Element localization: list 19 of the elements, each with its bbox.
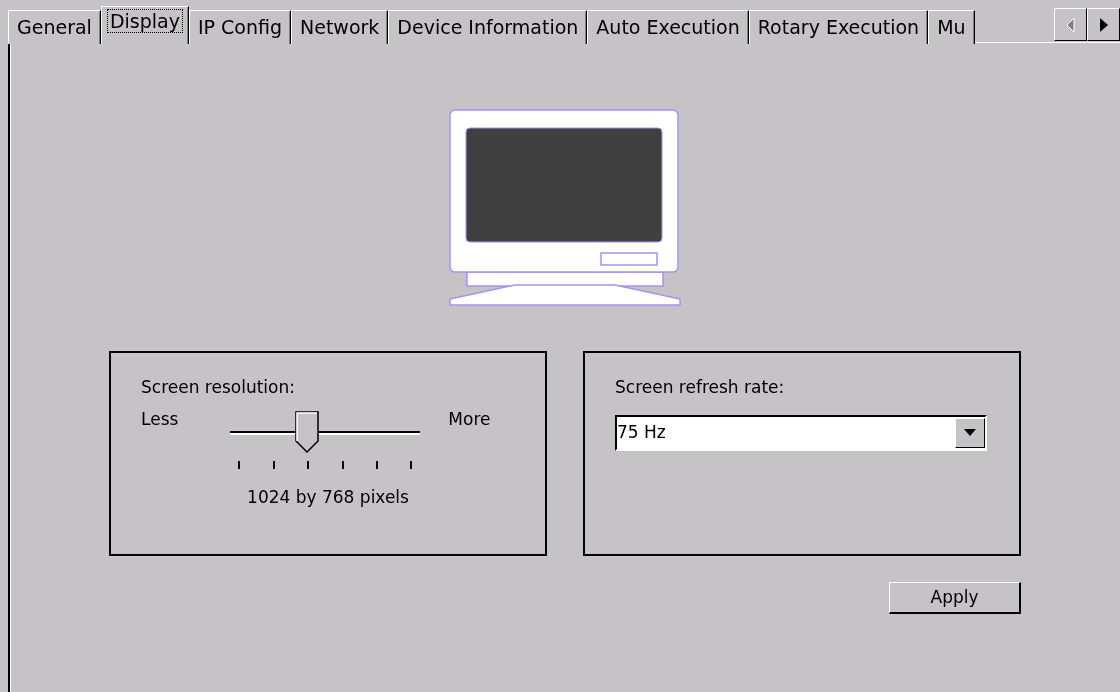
tab[interactable]: General — [8, 10, 101, 44]
slider-thumb[interactable] — [295, 410, 320, 453]
apply-button[interactable]: Apply — [889, 582, 1021, 614]
tab[interactable]: Device Information — [388, 10, 588, 44]
scroll-right-button[interactable] — [1087, 8, 1120, 41]
tab[interactable]: Rotary Execution — [748, 10, 929, 44]
left-arrow-icon — [1065, 17, 1076, 32]
slider-min-label: Less — [141, 407, 179, 431]
refresh-rate-dropdown[interactable]: 75 Hz — [615, 414, 987, 451]
tab[interactable]: Auto Execution — [587, 10, 749, 44]
tab[interactable]: Mu — [928, 10, 975, 44]
tab[interactable]: Network — [291, 10, 389, 44]
group-label: Screen resolution: — [141, 376, 296, 399]
tab[interactable]: IP Config — [188, 10, 291, 44]
group-label: Screen refresh rate: — [615, 376, 786, 399]
resolution-reading: 1024 by 768 pixels — [246, 485, 410, 509]
right-arrow-icon — [1098, 17, 1109, 32]
tab[interactable]: Display — [100, 6, 189, 44]
slider-max-label: More — [448, 407, 491, 431]
